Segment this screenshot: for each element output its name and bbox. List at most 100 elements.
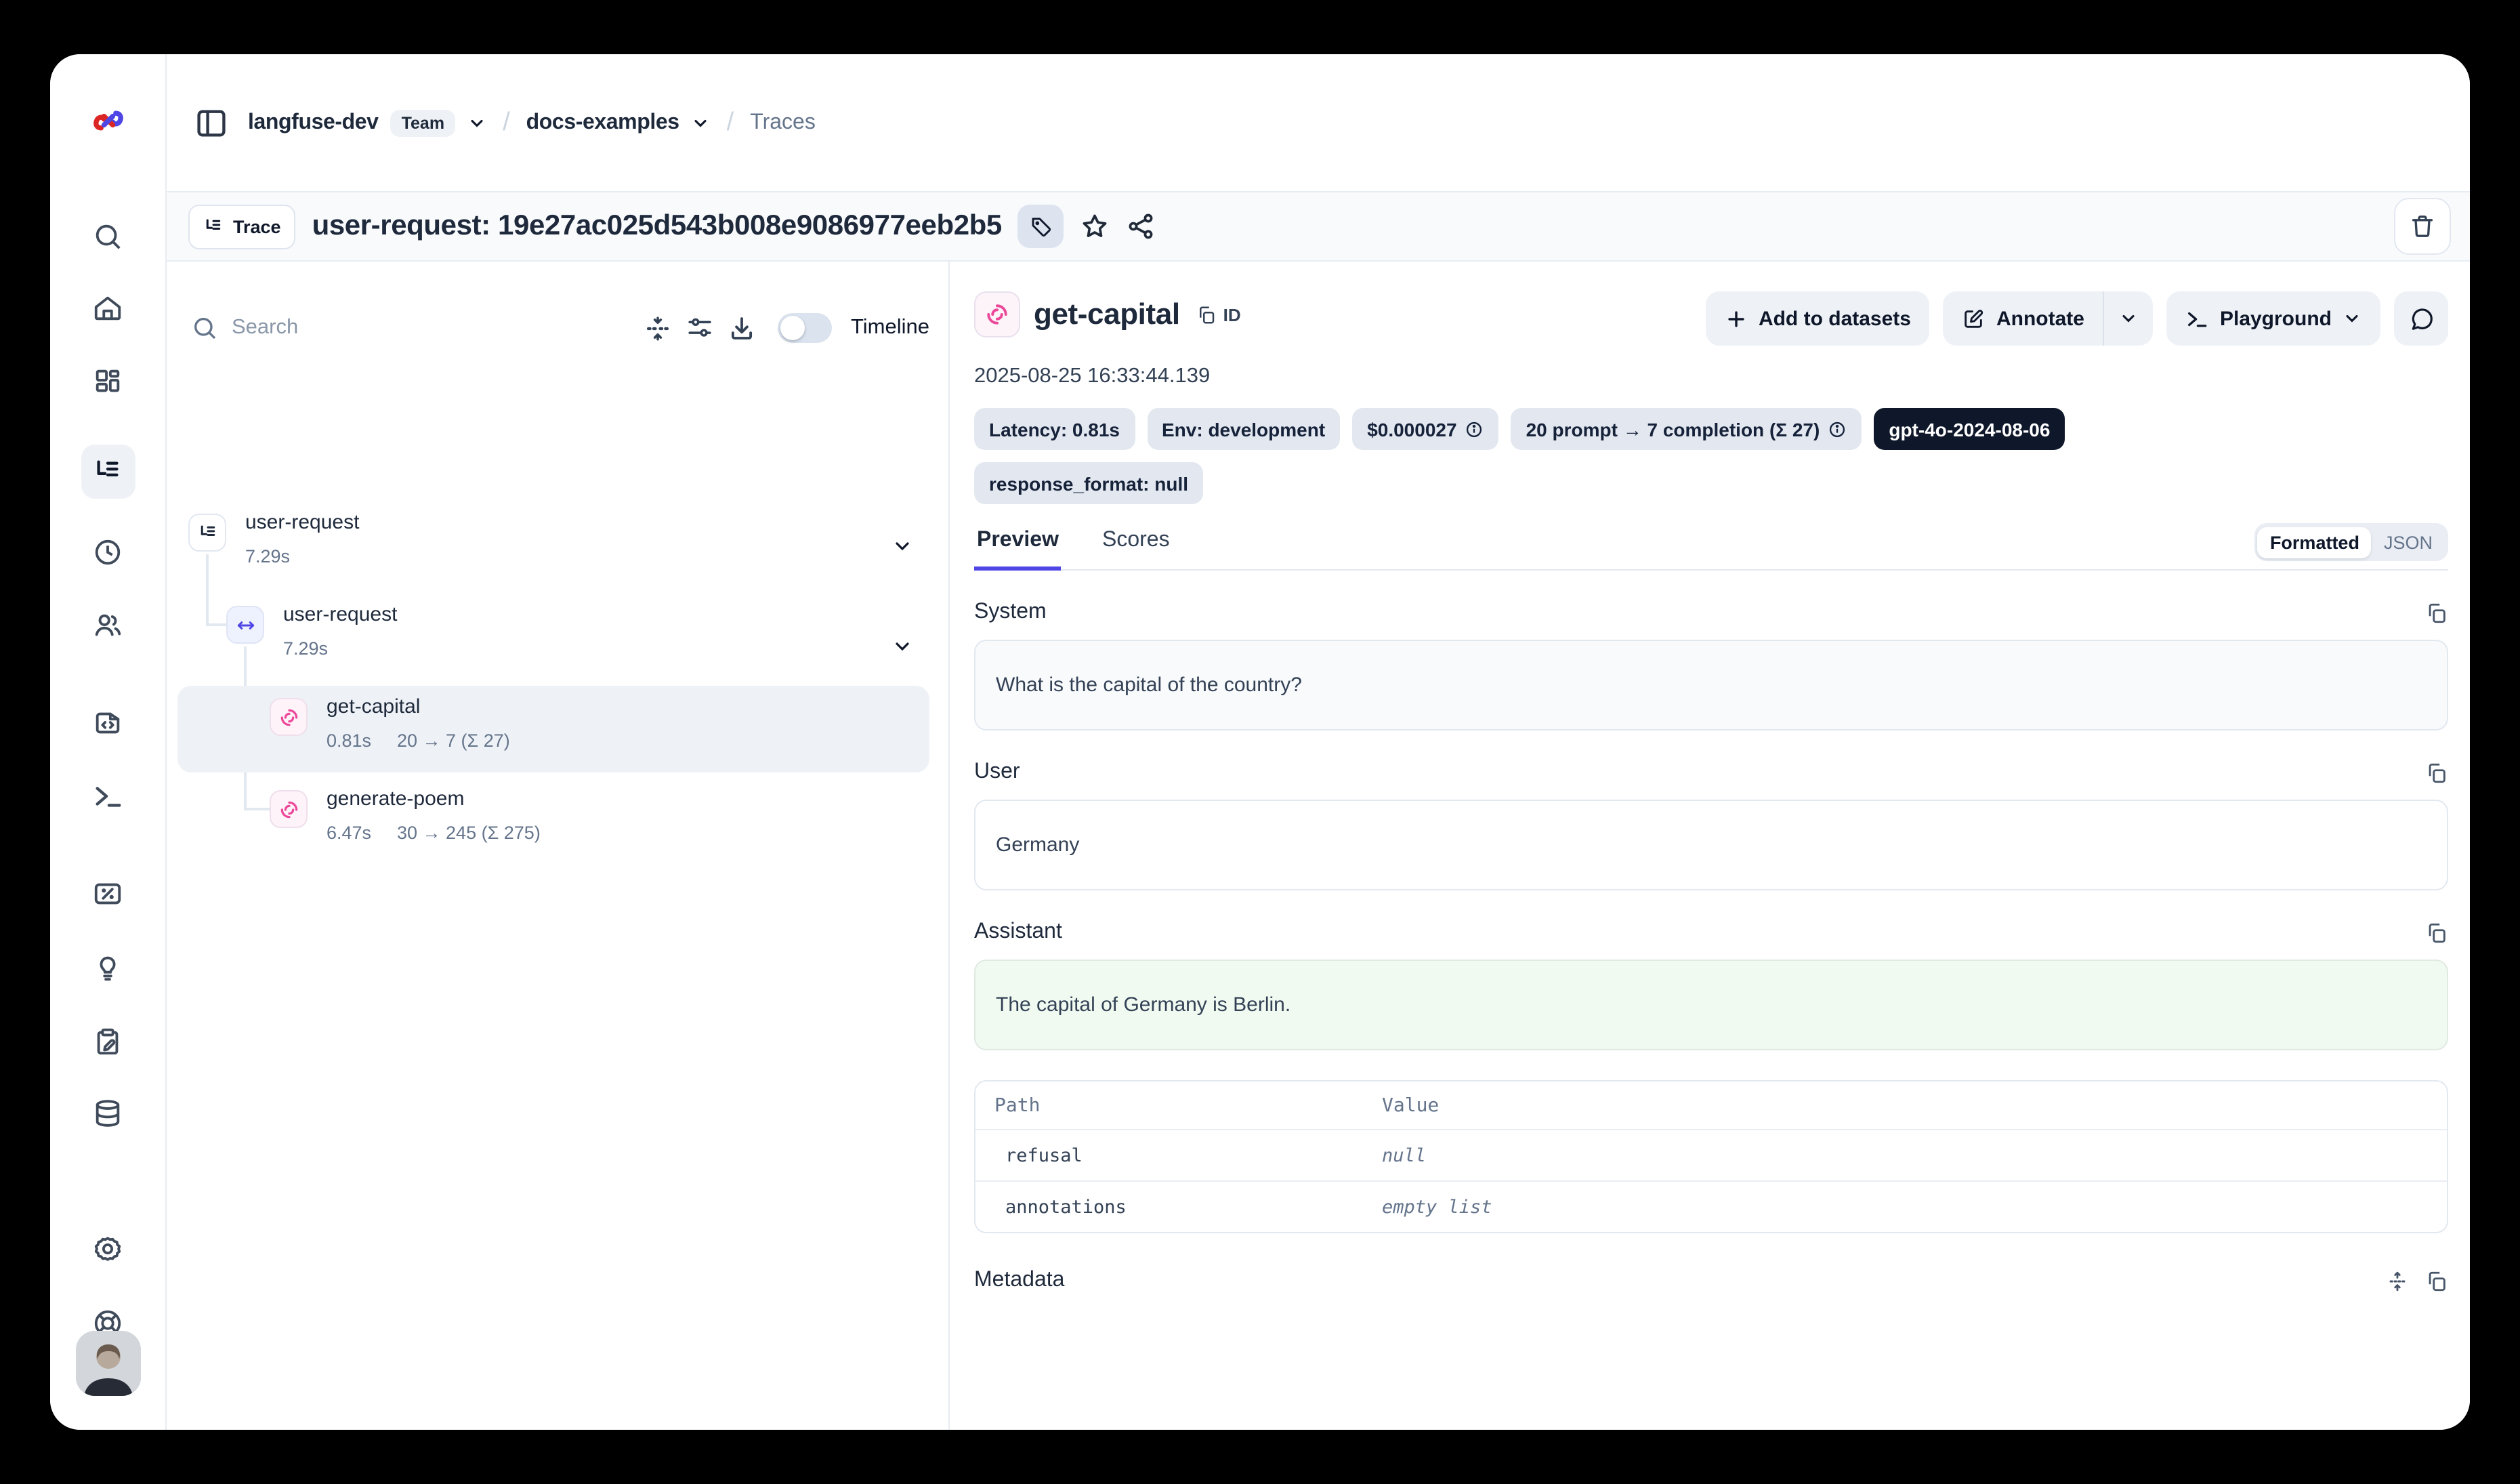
search-icon[interactable]	[81, 209, 135, 263]
toggle-thumb	[780, 316, 805, 340]
home-icon[interactable]	[81, 281, 135, 335]
add-to-datasets-label: Add to datasets	[1759, 307, 1911, 330]
add-to-datasets-button[interactable]: Add to datasets	[1706, 291, 1930, 346]
tree-node-generation-generate-poem[interactable]: generate-poem 6.47s 30 → 245 (Σ 275)	[167, 787, 948, 866]
datasets-database-icon[interactable]	[81, 1086, 135, 1140]
playground-button[interactable]: Playground	[2167, 291, 2380, 346]
sessions-clock-icon[interactable]	[81, 524, 135, 579]
tree-node-generation-get-capital[interactable]: get-capital 0.81s 20 → 7 (Σ 27)	[167, 695, 948, 774]
terminal-icon	[2186, 307, 2209, 330]
annotate-button[interactable]: Annotate	[1944, 291, 2103, 346]
tab-preview[interactable]: Preview	[974, 529, 1062, 569]
breadcrumb-separator: /	[499, 108, 514, 138]
tree-node-trace[interactable]: user-request 7.29s	[167, 511, 948, 590]
pen-square-icon	[1962, 307, 1986, 330]
evals-lightbulb-icon[interactable]	[81, 939, 135, 993]
table-row: annotations empty list	[975, 1180, 2447, 1232]
node-tokens: 20 → 7 (Σ 27)	[397, 730, 510, 751]
breadcrumb-section[interactable]: Traces	[750, 110, 816, 135]
settings-gear-icon[interactable]	[81, 1222, 135, 1277]
generation-node-icon	[270, 698, 308, 736]
tokens-badge[interactable]: 20 prompt → 7 completion (Σ 27)	[1511, 408, 1862, 450]
node-label: get-capital	[327, 695, 420, 718]
node-label: user-request	[283, 603, 397, 626]
chevron-down-icon[interactable]	[891, 535, 913, 557]
row-value: empty list	[1382, 1197, 1492, 1218]
breadcrumb-item[interactable]: docs-examples	[526, 110, 679, 135]
breadcrumb-separator: /	[723, 108, 738, 138]
node-duration: 6.47s	[327, 823, 371, 843]
search-icon	[191, 314, 218, 342]
response-format-badge: response_format: null	[974, 462, 1203, 504]
node-duration: 7.29s	[283, 638, 328, 659]
section-title: Assistant	[974, 920, 1062, 945]
assistant-message-card: The capital of Germany is Berlin.	[974, 960, 2448, 1050]
format-toggle: Formatted JSON	[2254, 523, 2448, 561]
trace-type-badge: Trace	[188, 204, 296, 249]
format-option-formatted[interactable]: Formatted	[2258, 527, 2372, 558]
id-label: ID	[1223, 304, 1241, 325]
dashboards-icon[interactable]	[81, 354, 135, 408]
project-plan-badge: Team	[391, 109, 455, 136]
info-icon	[1828, 419, 1847, 438]
tracing-icon[interactable]	[81, 445, 135, 499]
trace-node-icon	[188, 514, 226, 552]
trace-tree-icon	[203, 216, 224, 236]
user-message-card: Germany	[974, 800, 2448, 890]
metadata-title: Metadata	[974, 1269, 1064, 1293]
tab-scores[interactable]: Scores	[1099, 529, 1173, 569]
collapse-all-icon[interactable]	[644, 314, 672, 342]
download-icon[interactable]	[728, 314, 756, 342]
view-settings-icon[interactable]	[686, 314, 714, 342]
prompts-file-code-icon[interactable]	[81, 695, 135, 749]
plus-icon	[1725, 307, 1748, 330]
annotation-clipboard-icon[interactable]	[81, 1014, 135, 1068]
share-icon[interactable]	[1127, 211, 1156, 241]
node-tokens: 30 → 245 (Σ 275)	[397, 823, 541, 843]
model-badge[interactable]: gpt-4o-2024-08-06	[1874, 408, 2065, 450]
annotate-dropdown-button[interactable]	[2105, 291, 2154, 346]
chevron-down-icon[interactable]	[692, 113, 711, 132]
users-icon[interactable]	[81, 598, 135, 652]
comment-bubble-icon	[2408, 306, 2434, 331]
copy-id-control[interactable]: ID	[1196, 304, 1241, 325]
info-icon	[1465, 419, 1484, 438]
column-header-path: Path	[994, 1095, 1382, 1117]
row-value: null	[1382, 1145, 1426, 1167]
copy-icon[interactable]	[2425, 1269, 2448, 1292]
timeline-toggle[interactable]	[778, 313, 832, 343]
trash-icon	[2409, 213, 2436, 240]
chevron-down-icon[interactable]	[467, 113, 486, 132]
comments-button[interactable]	[2394, 291, 2448, 346]
user-avatar[interactable]	[75, 1331, 140, 1396]
copy-icon[interactable]	[2425, 601, 2448, 624]
format-option-json[interactable]: JSON	[2372, 527, 2445, 558]
main-area: langfuse-dev Team / docs-examples / Trac…	[167, 54, 2470, 1430]
output-properties-table: Path Value refusal null annotations empt…	[974, 1080, 2448, 1233]
detail-header: get-capital ID Add to datasets	[974, 291, 2448, 346]
chevron-down-icon[interactable]	[891, 636, 913, 657]
tree-node-span[interactable]: user-request 7.29s	[167, 603, 948, 682]
bookmark-star-icon[interactable]	[1080, 211, 1110, 241]
expand-vertical-icon[interactable]	[2386, 1269, 2409, 1292]
copy-icon[interactable]	[2425, 921, 2448, 944]
metadata-section-header: Metadata	[974, 1269, 2448, 1317]
playground-terminal-icon[interactable]	[81, 768, 135, 823]
observation-timestamp: 2025-08-25 16:33:44.139	[974, 365, 2448, 389]
tree-toolbar: Timeline	[191, 297, 929, 359]
delete-trace-button[interactable]	[2394, 198, 2451, 255]
tags-button[interactable]	[1018, 205, 1064, 248]
scores-percent-icon[interactable]	[81, 866, 135, 920]
copy-icon	[1196, 304, 1217, 325]
sidebar-toggle-icon[interactable]	[194, 105, 229, 140]
node-label: generate-poem	[327, 787, 464, 810]
tree-search-input[interactable]	[232, 316, 630, 340]
trace-tree-panel: Timeline	[167, 262, 948, 1430]
cost-badge[interactable]: $0.000027	[1352, 408, 1498, 450]
table-header-row: Path Value	[975, 1081, 2447, 1129]
generation-type-icon	[974, 291, 1020, 337]
copy-icon[interactable]	[2425, 761, 2448, 784]
column-header-value: Value	[1382, 1095, 1439, 1117]
breadcrumb-project[interactable]: langfuse-dev	[248, 110, 379, 135]
breadcrumb: langfuse-dev Team / docs-examples / Trac…	[248, 108, 816, 138]
